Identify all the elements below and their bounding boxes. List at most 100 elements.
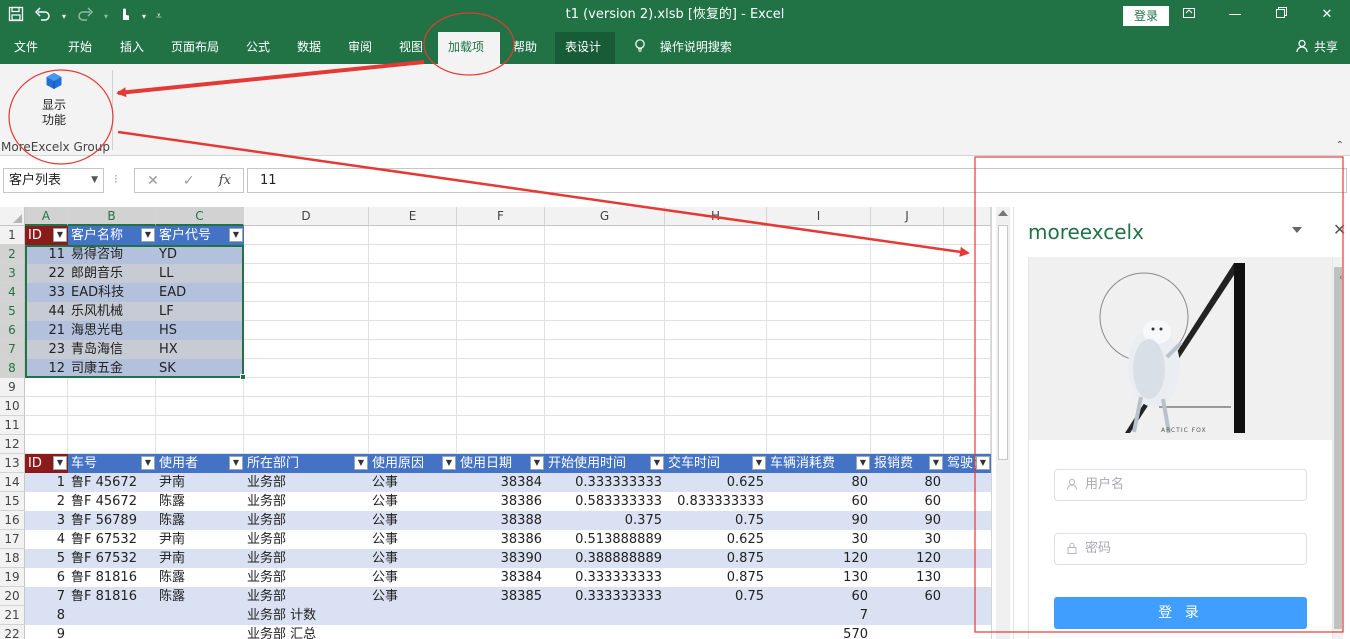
cell[interactable]: ID ▼: [25, 454, 68, 473]
filter-dropdown-icon[interactable]: ▼: [976, 456, 990, 470]
addin-collapse-icon[interactable]: ‹: [1339, 273, 1343, 283]
cell[interactable]: 尹南: [156, 473, 244, 492]
cell[interactable]: [944, 549, 991, 568]
cell[interactable]: 业务部: [244, 568, 369, 587]
row-header-3[interactable]: 3: [0, 264, 25, 283]
cell[interactable]: [665, 625, 767, 639]
tab-file[interactable]: 文件: [4, 32, 48, 64]
row-header-21[interactable]: 21: [0, 606, 25, 625]
tab-review[interactable]: 审阅: [338, 32, 382, 64]
cell[interactable]: 报销费 ▼: [871, 454, 944, 473]
column-header-g[interactable]: G: [545, 207, 665, 226]
cell[interactable]: 60: [767, 587, 871, 606]
tab-help[interactable]: 帮助: [503, 32, 547, 64]
cell[interactable]: [156, 606, 244, 625]
cell[interactable]: 60: [871, 587, 944, 606]
cell[interactable]: 22: [25, 264, 68, 283]
cell[interactable]: [944, 473, 991, 492]
tab-home[interactable]: 开始: [58, 32, 102, 64]
cell[interactable]: 鲁F 81816: [68, 587, 156, 606]
task-pane-options-icon[interactable]: [1292, 227, 1302, 233]
cell[interactable]: 业务部: [244, 492, 369, 511]
cell[interactable]: 80: [767, 473, 871, 492]
cell[interactable]: 0.75: [665, 511, 767, 530]
name-box[interactable]: 客户列表 ▼: [3, 168, 104, 193]
cell[interactable]: [665, 606, 767, 625]
cell[interactable]: 鲁F 67532: [68, 549, 156, 568]
row-header-16[interactable]: 16: [0, 511, 25, 530]
cell[interactable]: 2: [25, 492, 68, 511]
filter-dropdown-icon[interactable]: ▼: [229, 228, 243, 242]
cell[interactable]: 0.583333333: [545, 492, 665, 511]
redo-icon[interactable]: [76, 6, 94, 26]
cell[interactable]: 38384: [457, 473, 545, 492]
tab-data[interactable]: 数据: [287, 32, 331, 64]
cell[interactable]: 120: [767, 549, 871, 568]
filter-dropdown-icon[interactable]: ▼: [530, 456, 544, 470]
cell[interactable]: 青岛海信: [68, 340, 156, 359]
login-button[interactable]: 登录: [1123, 6, 1169, 26]
filter-dropdown-icon[interactable]: ▼: [141, 228, 155, 242]
row-header-2[interactable]: 2: [0, 245, 25, 264]
select-all-corner[interactable]: [0, 207, 25, 226]
cell[interactable]: 司康五金: [68, 359, 156, 378]
sheet-vertical-scrollbar[interactable]: [996, 207, 1010, 639]
cell[interactable]: 90: [767, 511, 871, 530]
cell[interactable]: 0.513888889: [545, 530, 665, 549]
row-header-20[interactable]: 20: [0, 587, 25, 606]
touch-mode-icon[interactable]: [118, 6, 132, 26]
undo-icon[interactable]: [34, 6, 52, 26]
cell[interactable]: 公事: [369, 549, 457, 568]
row-header-4[interactable]: 4: [0, 283, 25, 302]
tell-me-search[interactable]: 操作说明搜索: [624, 32, 742, 64]
cell[interactable]: 客户名称 ▼: [68, 226, 156, 245]
tab-formulas[interactable]: 公式: [236, 32, 280, 64]
cell[interactable]: YD: [156, 245, 244, 264]
cell[interactable]: 陈露: [156, 511, 244, 530]
cell[interactable]: 陈露: [156, 492, 244, 511]
cell[interactable]: 33: [25, 283, 68, 302]
login-submit-button[interactable]: 登 录: [1054, 597, 1307, 629]
touch-dropdown-icon[interactable]: ▾: [142, 12, 146, 21]
cell[interactable]: 7: [767, 606, 871, 625]
cell[interactable]: 570: [767, 625, 871, 639]
cancel-entry-icon[interactable]: ✕: [147, 173, 159, 189]
cell[interactable]: 0.333333333: [545, 568, 665, 587]
tab-table-design[interactable]: 表设计: [555, 32, 615, 64]
cell[interactable]: [369, 625, 457, 639]
cell[interactable]: 60: [871, 492, 944, 511]
cell[interactable]: 44: [25, 302, 68, 321]
username-field[interactable]: 用户名: [1054, 469, 1307, 501]
cell[interactable]: [944, 625, 991, 639]
column-header-j[interactable]: J: [871, 207, 944, 226]
save-icon[interactable]: [8, 6, 24, 26]
row-header-1[interactable]: 1: [0, 226, 25, 245]
cell[interactable]: LF: [156, 302, 244, 321]
cell[interactable]: 驾驶员 ▼: [944, 454, 991, 473]
cell[interactable]: [457, 606, 545, 625]
cell[interactable]: 38385: [457, 587, 545, 606]
cell[interactable]: 130: [767, 568, 871, 587]
addin-scrollbar-thumb[interactable]: [1334, 267, 1342, 629]
cell[interactable]: 38384: [457, 568, 545, 587]
row-header-19[interactable]: 19: [0, 568, 25, 587]
cell[interactable]: 公事: [369, 587, 457, 606]
cell[interactable]: 海思光电: [68, 321, 156, 340]
cell[interactable]: 0.625: [665, 473, 767, 492]
scroll-up-arrow-icon[interactable]: [998, 210, 1008, 216]
cell[interactable]: 23: [25, 340, 68, 359]
cell[interactable]: 60: [767, 492, 871, 511]
cell[interactable]: EAD: [156, 283, 244, 302]
cell[interactable]: HS: [156, 321, 244, 340]
cell[interactable]: [545, 606, 665, 625]
cell[interactable]: 陈露: [156, 568, 244, 587]
tab-insert[interactable]: 插入: [110, 32, 154, 64]
cell[interactable]: 8: [25, 606, 68, 625]
filter-dropdown-icon[interactable]: ▼: [141, 456, 155, 470]
column-header-c[interactable]: C: [156, 207, 244, 226]
cell[interactable]: 鲁F 45672: [68, 473, 156, 492]
cell[interactable]: 公事: [369, 511, 457, 530]
cell[interactable]: 业务部: [244, 587, 369, 606]
cell[interactable]: 开始使用时间 ▼: [545, 454, 665, 473]
show-function-button[interactable]: 显示 功能: [30, 72, 78, 128]
